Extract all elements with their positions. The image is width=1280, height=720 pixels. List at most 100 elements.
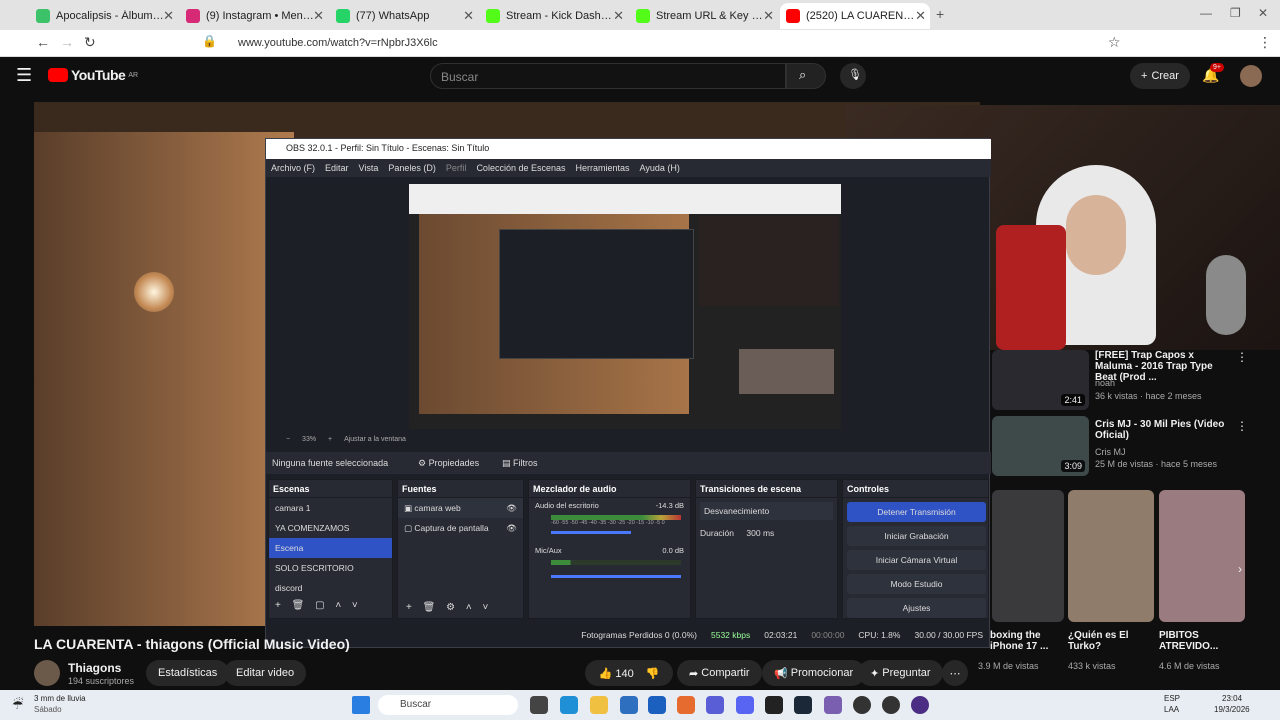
video-thumbnail[interactable]: 2:41 — [992, 350, 1089, 410]
fit-dropdown[interactable]: Ajustar a la ventana — [344, 436, 406, 443]
zoom-plus[interactable]: + — [328, 436, 332, 443]
short-title[interactable]: ¿Quién es El Turko? — [1068, 630, 1148, 652]
close-icon[interactable]: ✕ — [763, 8, 774, 24]
menu-item[interactable]: Vista — [359, 163, 379, 173]
maximize-button[interactable]: ❐ — [1230, 6, 1241, 20]
obs-preview[interactable] — [409, 184, 841, 429]
more-actions-button[interactable]: ⋯ — [942, 660, 968, 686]
url-field[interactable]: www.youtube.com/watch?v=rNpbrJ3X6lc — [238, 37, 438, 49]
language-indicator[interactable]: ESP — [1164, 694, 1180, 703]
more-options-icon[interactable]: ⋮ — [1236, 419, 1248, 433]
app-icon[interactable] — [911, 696, 929, 714]
share-button[interactable]: ➦ Compartir — [677, 660, 762, 686]
forward-icon[interactable]: → — [60, 34, 74, 50]
menu-item[interactable]: Colección de Escenas — [476, 163, 565, 173]
chevron-right-icon[interactable]: › — [1238, 562, 1242, 576]
properties-button[interactable]: ⚙ Propiedades — [418, 458, 479, 469]
short-thumbnail[interactable] — [1068, 490, 1154, 622]
youtube-logo[interactable]: YouTube AR — [48, 67, 138, 83]
browser-tab-active[interactable]: (2520) LA CUARENTA - thiagon✕ — [780, 3, 930, 29]
like-button[interactable]: 👍 140 — [599, 667, 634, 680]
volume-slider[interactable] — [551, 575, 681, 578]
store-icon[interactable] — [620, 696, 638, 714]
scene-item[interactable]: camara 1 — [269, 498, 392, 518]
menu-dots-icon[interactable]: ⋮ — [1258, 34, 1272, 51]
capcut-icon[interactable] — [765, 696, 783, 714]
more-options-icon[interactable]: ⋮ — [1236, 350, 1248, 364]
clock-date[interactable]: 19/3/2026 — [1214, 705, 1250, 714]
new-tab-button[interactable]: + — [936, 6, 944, 22]
stop-stream-button[interactable]: Detener Transmisión — [847, 502, 986, 522]
transition-select[interactable]: Desvanecimiento — [700, 502, 833, 520]
channel-avatar[interactable] — [34, 660, 60, 686]
outlook-icon[interactable] — [648, 696, 666, 714]
menu-item[interactable]: Ayuda (H) — [640, 163, 680, 173]
studio-mode-button[interactable]: Modo Estudio — [847, 574, 986, 594]
close-icon[interactable]: ✕ — [613, 8, 624, 24]
settings-button[interactable]: Ajustes — [847, 598, 986, 618]
filters-button[interactable]: ▤ Filtros — [502, 458, 538, 469]
teams-icon[interactable] — [706, 696, 724, 714]
source-toolbar[interactable]: + 🗑 ⚙ ˄ ˅ — [398, 602, 496, 613]
dislike-button[interactable]: 👎 — [646, 667, 660, 680]
promote-button[interactable]: 📢 Promocionar — [762, 660, 866, 686]
edge-icon[interactable] — [560, 696, 578, 714]
task-view-icon[interactable] — [530, 696, 548, 714]
back-icon[interactable]: ← — [36, 34, 50, 50]
eye-icon[interactable]: 👁 — [506, 523, 517, 534]
media-player-icon[interactable] — [882, 696, 900, 714]
minimize-button[interactable]: — — [1200, 6, 1212, 20]
close-icon[interactable]: ✕ — [313, 8, 324, 24]
weather-text[interactable]: 3 mm de lluvia — [34, 694, 86, 703]
account-avatar[interactable] — [1240, 65, 1262, 87]
reload-icon[interactable]: ↻ — [84, 34, 96, 51]
explorer-icon[interactable] — [590, 696, 608, 714]
scene-item-selected[interactable]: Escena — [269, 538, 392, 558]
close-icon[interactable]: ✕ — [163, 8, 174, 24]
language-layout[interactable]: LAA — [1164, 705, 1179, 714]
close-icon[interactable]: ✕ — [463, 8, 474, 24]
obs-icon[interactable] — [853, 696, 871, 714]
stats-button[interactable]: Estadísticas — [146, 660, 230, 686]
short-thumbnail[interactable] — [1159, 490, 1245, 622]
weather-icon[interactable]: ☔ — [12, 697, 24, 713]
virtual-camera-button[interactable]: Iniciar Cámara Virtual — [847, 550, 986, 570]
discord-icon[interactable] — [736, 696, 754, 714]
scene-toolbar[interactable]: + 🗑 ▢ ˄ ˅ — [269, 598, 392, 613]
create-button[interactable]: + Crear — [1130, 63, 1190, 89]
scene-item[interactable]: SOLO ESCRITORIO — [269, 558, 392, 578]
short-title[interactable]: boxing the iPhone 17 ... — [990, 630, 1056, 652]
browser-tab[interactable]: Stream URL & Key - Kick Dashb✕ — [630, 3, 778, 29]
menu-item[interactable]: Archivo (F) — [271, 163, 315, 173]
zoom-minus[interactable]: − — [286, 436, 290, 443]
channel-name[interactable]: noah — [1095, 378, 1115, 388]
search-input[interactable]: Buscar — [430, 63, 786, 89]
source-item[interactable]: ▢ Captura de pantalla 👁 — [398, 518, 523, 538]
menu-item[interactable]: Paneles (D) — [388, 163, 436, 173]
channel-name[interactable]: Cris MJ — [1095, 447, 1126, 457]
channel-name[interactable]: Thiagons — [68, 661, 121, 675]
short-title[interactable]: PIBITOS ATREVIDO... — [1159, 630, 1229, 652]
window-close-button[interactable]: ✕ — [1258, 6, 1268, 20]
search-button[interactable]: ⌕ — [786, 63, 826, 89]
app-icon[interactable] — [824, 696, 842, 714]
firefox-icon[interactable] — [677, 696, 695, 714]
browser-tab[interactable]: Stream - Kick Dashboard✕ — [480, 3, 628, 29]
scene-item[interactable]: discord — [269, 578, 392, 598]
windows-start-icon[interactable] — [352, 696, 370, 714]
bookmark-star-icon[interactable]: ☆ — [1108, 34, 1121, 51]
menu-item[interactable]: Herramientas — [576, 163, 630, 173]
short-thumbnail[interactable] — [992, 490, 1064, 622]
taskbar-search[interactable]: Buscar — [378, 695, 518, 715]
video-title[interactable]: [FREE] Trap Capos x Maluma - 2016 Trap T… — [1095, 350, 1230, 383]
eye-icon[interactable]: 👁 — [506, 503, 517, 514]
ask-button[interactable]: ✦ Preguntar — [858, 660, 943, 686]
menu-item[interactable]: Editar — [325, 163, 349, 173]
video-thumbnail[interactable]: 3:09 — [992, 416, 1089, 476]
duration-input[interactable]: 300 ms — [746, 528, 774, 538]
browser-tab[interactable]: (9) Instagram • Mensajes✕ — [180, 3, 328, 29]
edit-video-button[interactable]: Editar video — [224, 660, 307, 686]
scene-item[interactable]: YA COMENZAMOS — [269, 518, 392, 538]
source-item[interactable]: ▣ camara web 👁 — [398, 498, 523, 518]
voice-search-button[interactable]: 🎙 — [840, 63, 866, 89]
